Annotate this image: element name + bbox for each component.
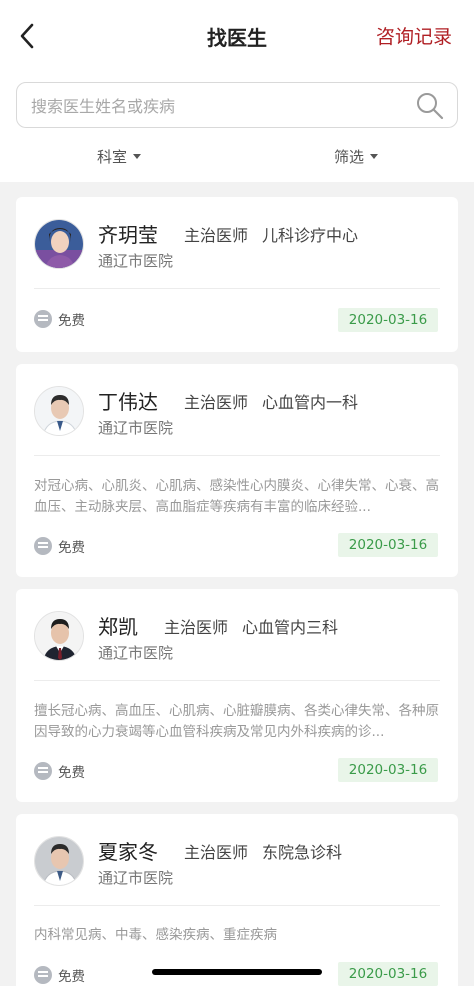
doctor-department: 心血管内三科 — [242, 618, 339, 637]
doctor-card[interactable]: 夏家冬 主治医师 东院急诊科 通辽市医院 内科常见病、中毒、感染疾病、重症疾病 … — [16, 814, 458, 986]
date-badge: 2020-03-16 — [338, 533, 438, 557]
date-badge: 2020-03-16 — [338, 758, 438, 782]
divider — [34, 680, 440, 681]
chat-icon — [34, 537, 52, 555]
top-bar: 找医生 咨询记录 — [0, 0, 474, 72]
doctor-description: 擅长冠心病、高血压、心肌病、心脏瓣膜病、各类心律失常、各种原因导致的心力衰竭等心… — [34, 703, 439, 740]
doctor-title: 主治医师 — [164, 618, 229, 637]
chat-icon — [34, 762, 52, 780]
doctor-card[interactable]: 齐玥莹 主治医师 儿科诊疗中心 通辽市医院 免费 2020-03-16 — [16, 197, 458, 352]
doctor-description: 对冠心病、心肌炎、心肌病、感染性心内膜炎、心律失常、心衰、高血压、主动脉夹层、高… — [34, 478, 439, 515]
avatar — [34, 611, 84, 661]
free-label: 免费 — [58, 765, 85, 781]
filter-bar: 科室 筛选 — [0, 138, 474, 182]
filter-label: 筛选 — [334, 148, 365, 166]
doctor-name: 郑凯 — [98, 615, 138, 639]
caret-down-icon — [133, 154, 142, 159]
doctor-department: 心血管内一科 — [262, 393, 359, 412]
chat-icon — [34, 966, 52, 984]
doctor-department: 东院急诊科 — [262, 843, 343, 862]
hospital-name: 通辽市医院 — [98, 252, 174, 270]
department-dropdown[interactable]: 科室 — [97, 146, 142, 167]
doctor-title: 主治医师 — [184, 393, 249, 412]
free-consult: 免费 — [34, 965, 85, 985]
hospital-name: 通辽市医院 — [98, 419, 174, 437]
free-consult: 免费 — [34, 761, 85, 781]
search-icon[interactable] — [415, 91, 445, 121]
free-label: 免费 — [58, 540, 85, 556]
hospital-name: 通辽市医院 — [98, 869, 174, 887]
doctor-name: 夏家冬 — [98, 840, 158, 864]
doctor-name: 丁伟达 — [98, 390, 158, 414]
chat-icon — [34, 310, 52, 328]
avatar — [34, 386, 84, 436]
free-consult: 免费 — [34, 309, 85, 329]
avatar — [34, 219, 84, 269]
search-section — [0, 72, 474, 138]
department-label: 科室 — [97, 148, 128, 166]
divider — [34, 905, 440, 906]
doctor-description: 内科常见病、中毒、感染疾病、重症疾病 — [34, 927, 277, 943]
free-consult: 免费 — [34, 536, 85, 556]
doctor-title: 主治医师 — [184, 226, 249, 245]
home-indicator[interactable] — [152, 969, 322, 975]
free-label: 免费 — [58, 969, 85, 985]
divider — [34, 455, 440, 456]
divider — [34, 288, 440, 289]
date-badge: 2020-03-16 — [338, 308, 438, 332]
avatar — [34, 836, 84, 886]
caret-down-icon — [370, 154, 379, 159]
doctor-card[interactable]: 丁伟达 主治医师 心血管内一科 通辽市医院 对冠心病、心肌炎、心肌病、感染性心内… — [16, 364, 458, 577]
doctor-title: 主治医师 — [184, 843, 249, 862]
free-label: 免费 — [58, 313, 85, 329]
consultation-records-link[interactable]: 咨询记录 — [376, 22, 452, 49]
doctor-department: 儿科诊疗中心 — [262, 226, 359, 245]
date-badge: 2020-03-16 — [338, 962, 438, 986]
search-input[interactable] — [31, 91, 411, 121]
search-box[interactable] — [16, 82, 458, 128]
doctor-name: 齐玥莹 — [98, 223, 158, 247]
doctor-card[interactable]: 郑凯 主治医师 心血管内三科 通辽市医院 擅长冠心病、高血压、心肌病、心脏瓣膜病… — [16, 589, 458, 802]
hospital-name: 通辽市医院 — [98, 644, 174, 662]
filter-dropdown[interactable]: 筛选 — [334, 146, 379, 167]
